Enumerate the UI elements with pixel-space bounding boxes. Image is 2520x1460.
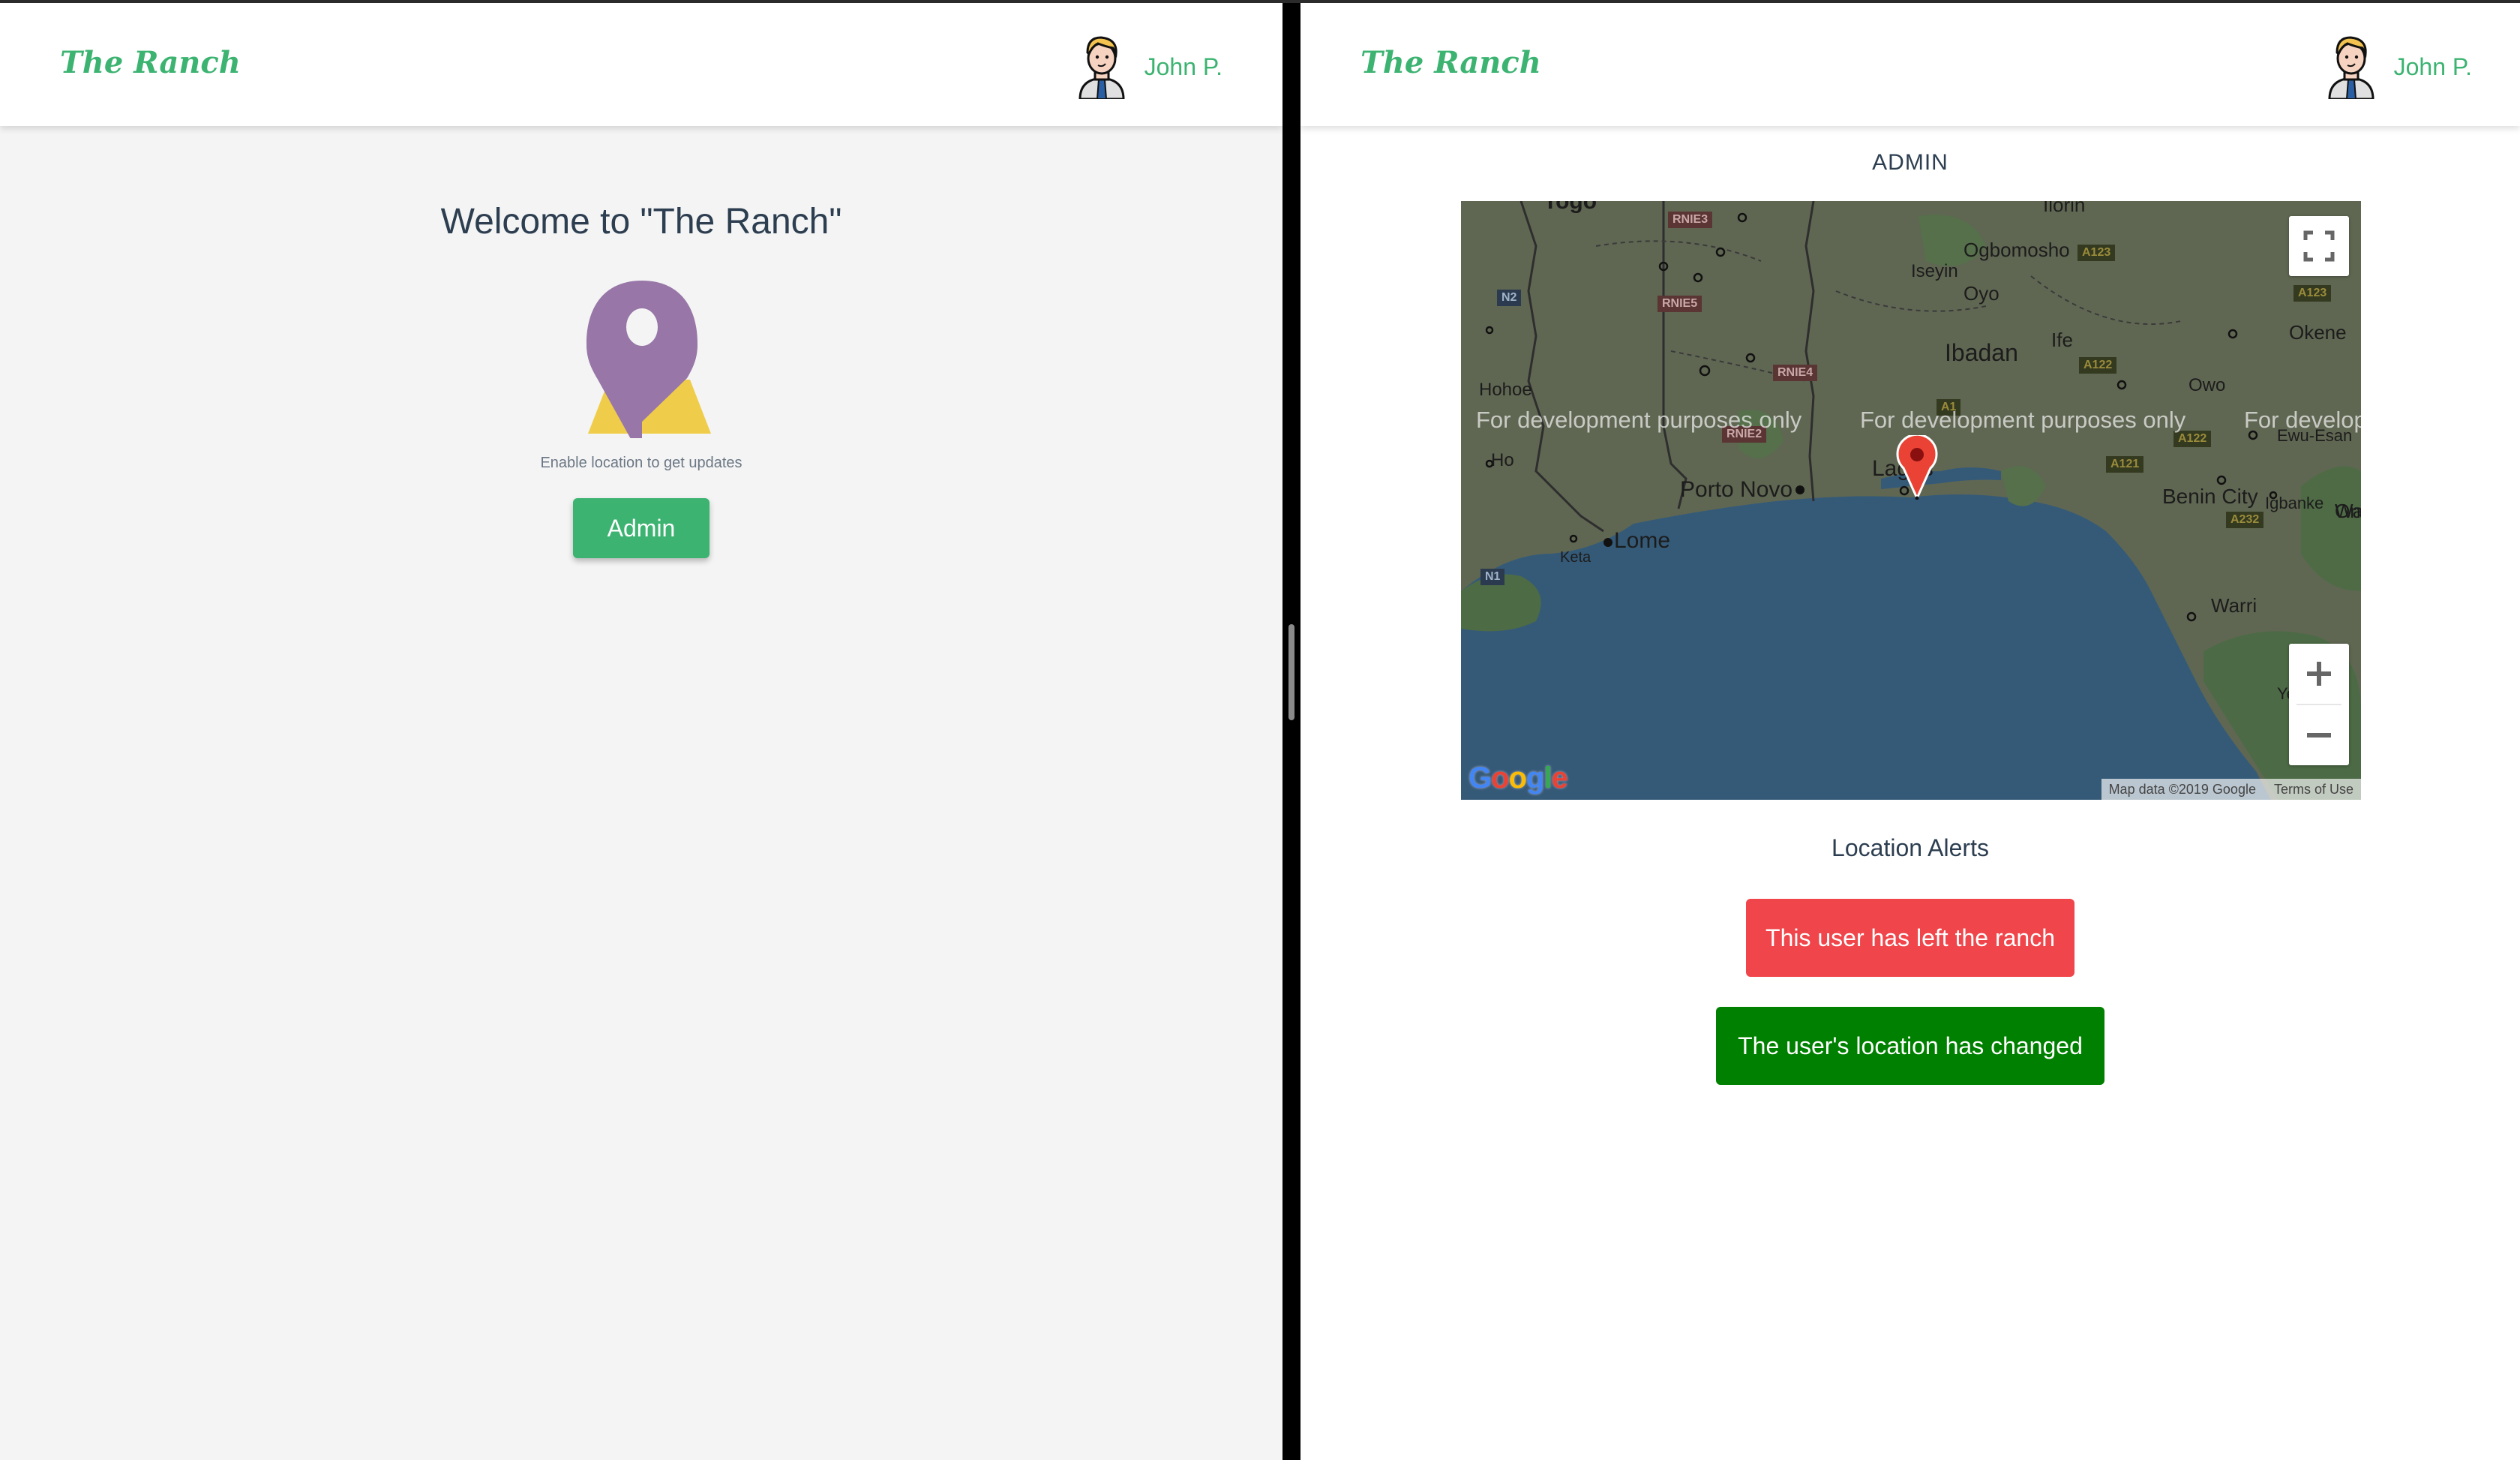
plus-icon	[2307, 662, 2331, 686]
user-name: John P.	[1144, 53, 1222, 80]
brand-logo[interactable]: The Ranch	[1360, 45, 1541, 80]
map-label: Okene	[2289, 321, 2347, 344]
minus-icon	[2307, 733, 2331, 738]
map-label: Warri	[2211, 594, 2258, 617]
map-label: Oyo	[1964, 282, 2000, 305]
road-shield: RNIE4	[1773, 365, 1818, 381]
map-label: Benin City	[2162, 485, 2258, 508]
dev-watermark: For development purposes only	[1860, 407, 2186, 433]
dev-watermark: For development purposes only	[2244, 407, 2361, 433]
user-menu[interactable]: John P.	[2325, 33, 2472, 101]
map-label: Lome	[1614, 528, 1671, 553]
map-label: Ho	[1491, 450, 1514, 470]
fullscreen-icon	[2303, 230, 2335, 262]
map-label: Ogbomosho	[1964, 239, 2070, 261]
map-marker-icon[interactable]	[1894, 435, 1940, 500]
road-shield: N2	[1497, 290, 1522, 306]
zoom-control	[2289, 644, 2349, 765]
map-attribution: Map data ©2019 Google Terms of Use	[2101, 779, 2361, 800]
road-shield: N1	[1480, 569, 1505, 585]
road-shield: A123	[2078, 245, 2116, 261]
google-map[interactable]: Togo Ilorin Ogbomosho Iseyin Oyo Ibadan …	[1461, 201, 2361, 800]
user-name: John P.	[2393, 53, 2472, 80]
map-label: Porto Novo	[1680, 477, 1793, 502]
road-shield: A232	[2226, 512, 2264, 528]
fullscreen-button[interactable]	[2289, 216, 2349, 276]
admin-button[interactable]: Admin	[573, 498, 710, 558]
map-label: Hohoe	[1479, 380, 1532, 400]
page-title: ADMIN	[1872, 150, 1948, 175]
map-label: Owo	[2188, 375, 2226, 395]
split-view-divider[interactable]	[1282, 3, 1300, 1460]
header: The Ranch John P.	[0, 3, 1282, 126]
location-pin-illustration-icon	[586, 281, 711, 438]
google-logo[interactable]: Google	[1468, 762, 1568, 795]
brand-logo[interactable]: The Ranch	[60, 45, 241, 80]
alert-location-changed: The user's location has changed	[1716, 1007, 2104, 1085]
right-pane: The Ranch John P. ADMIN Togo Ilorin Ogbo…	[1300, 3, 2520, 1460]
map-label: Keta	[1560, 549, 1592, 566]
user-menu[interactable]: John P.	[1076, 33, 1222, 101]
road-shield: RNIE5	[1658, 296, 1702, 312]
map-label: Igbanke	[2265, 494, 2324, 512]
road-shield: A123	[2294, 285, 2332, 302]
map-label: Togo	[1544, 201, 1598, 214]
map-label: Iseyin	[1911, 261, 1958, 281]
road-shield: RNIE3	[1668, 212, 1713, 228]
divider-drag-handle[interactable]	[1288, 624, 1294, 720]
map-label: Oni	[2335, 500, 2361, 522]
welcome-title: Welcome to "The Ranch"	[440, 202, 842, 242]
zoom-in-button[interactable]	[2289, 644, 2349, 704]
map-label: Ilorin	[2043, 201, 2086, 216]
dev-watermark: For development purposes only	[1476, 407, 1802, 433]
enable-location-hint: Enable location to get updates	[540, 455, 742, 471]
left-pane: The Ranch John P. Welcome to "The Ranch"…	[0, 3, 1282, 1460]
terms-of-use-link[interactable]: Terms of Use	[2274, 782, 2354, 798]
map-label: Ibadan	[1945, 339, 2018, 366]
location-alerts-title: Location Alerts	[1832, 834, 1989, 861]
road-shield: A122	[2079, 357, 2117, 374]
map-data-credit: Map data ©2019 Google	[2108, 781, 2256, 797]
map-label: Ife	[2051, 329, 2073, 351]
header: The Ranch John P.	[1300, 3, 2520, 126]
avatar-icon	[1078, 36, 1125, 99]
road-shield: A121	[2106, 456, 2144, 473]
avatar-icon	[2328, 36, 2374, 99]
zoom-out-button[interactable]	[2289, 705, 2349, 765]
alert-left-ranch: This user has left the ranch	[1746, 899, 2074, 977]
